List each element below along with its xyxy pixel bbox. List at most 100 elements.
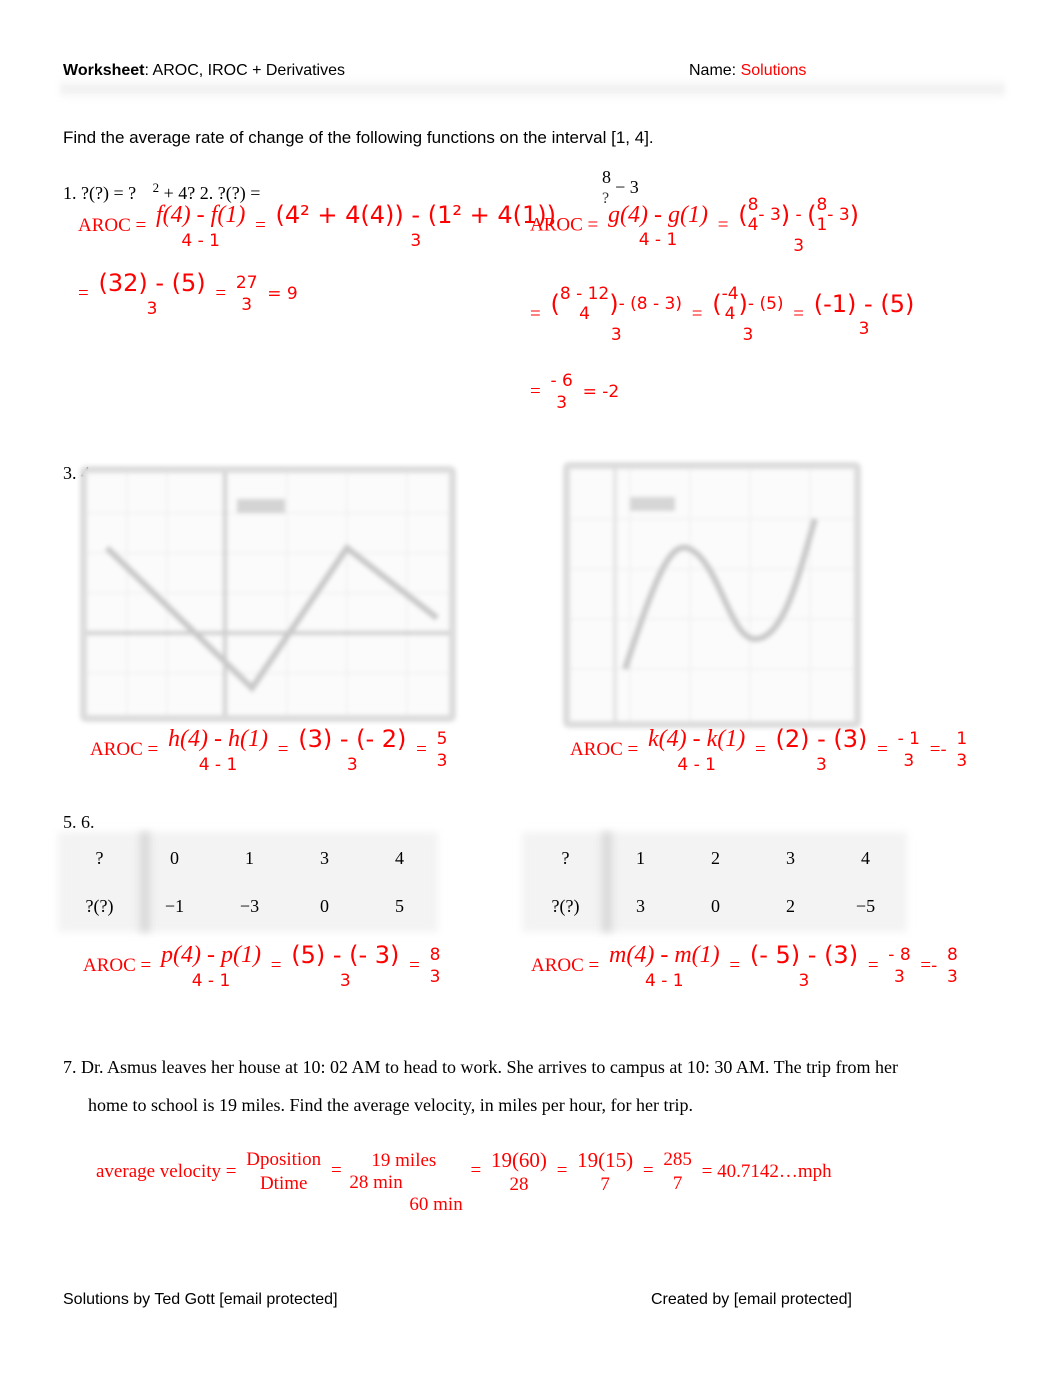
name-label: Name: bbox=[689, 62, 737, 79]
fraction-numerator: (5) - (- 3) bbox=[291, 941, 400, 969]
fraction-numerator: (8 4- 3) - (8 1- 3) bbox=[738, 195, 860, 235]
fraction-denominator: 3 bbox=[903, 750, 915, 771]
table-cell: 1 bbox=[636, 847, 645, 868]
table-cell: 0 bbox=[711, 895, 720, 916]
table-cell: 2 bbox=[711, 847, 720, 868]
velocity-label: average velocity = bbox=[96, 1160, 237, 1182]
fraction-denominator: 4 - 1 bbox=[181, 230, 220, 251]
table-m: ? 1 2 3 4 ?(?) 3 0 2 −5 bbox=[528, 834, 903, 930]
fraction-numerator: m(4) - m(1) bbox=[609, 942, 720, 968]
negative-sign: - bbox=[940, 739, 947, 760]
footer-created-credit: Created by [email protected] bbox=[651, 1291, 852, 1308]
problem-7-line2: home to school is 19 miles. Find the ave… bbox=[88, 1095, 693, 1115]
table-cell: ?(?) bbox=[85, 895, 114, 916]
fraction-numerator: 19 miles bbox=[371, 1150, 437, 1171]
fraction-denominator: 4 - 1 bbox=[638, 230, 678, 251]
fraction-numerator: (32) - (5) bbox=[98, 269, 206, 297]
fraction-denominator: 28 bbox=[509, 1173, 529, 1195]
worksheet-title: Worksheet: AROC, IROC + Derivatives bbox=[63, 62, 345, 80]
table-cell: 4 bbox=[861, 847, 870, 868]
table-cell: 4 bbox=[395, 847, 404, 868]
p5-solution: AROC = p(4) - p(1) 4 - 1 = (5) - (- 3) 3 =… bbox=[83, 941, 441, 991]
fraction-numerator: 8 bbox=[429, 945, 441, 966]
inner-num: 8 bbox=[747, 195, 759, 215]
table-cell: 2 bbox=[786, 895, 795, 916]
fraction-denominator: 3 bbox=[346, 754, 358, 775]
footer-solutions-credit: Solutions by Ted Gott [email protected] bbox=[63, 1291, 338, 1308]
fraction-numerator: p(4) - p(1) bbox=[161, 942, 261, 968]
table-cell: 3 bbox=[786, 847, 795, 868]
inner-tail: - 3 bbox=[827, 204, 850, 225]
fraction-numerator: g(4) - g(1) bbox=[608, 201, 708, 228]
p4-solution: AROC = k(4) - k(1) 4 - 1 = (2) - (3) 3 = -… bbox=[570, 725, 968, 775]
p2-solution-line2: = (8 - 12 4) - (8 - 3) 3 = (-4 4) - (5) 3 = … bbox=[530, 284, 915, 346]
fraction-numerator: 1 bbox=[956, 729, 968, 750]
graph-h bbox=[80, 466, 456, 722]
fraction-denominator: 3 bbox=[556, 392, 568, 413]
p1-result: = 9 bbox=[267, 283, 298, 304]
graph-label bbox=[630, 497, 675, 511]
p1-solution-line2: = (32) - (5) 3 = 27 3 = 9 bbox=[78, 269, 298, 319]
fraction-denominator: 7 bbox=[672, 1172, 683, 1194]
fraction-denominator: 4 - 1 bbox=[198, 754, 238, 775]
fraction-numerator: (- 5) - (3) bbox=[749, 941, 859, 969]
problem-5-6-label: 5. 6. bbox=[63, 812, 95, 832]
table-cell: ?(?) bbox=[551, 895, 580, 916]
p7-solution: average velocity = Dposition Dtime = 19 m… bbox=[96, 1147, 832, 1215]
fraction-denominator: 3 bbox=[742, 325, 754, 346]
fraction-numerator: - 8 bbox=[888, 945, 911, 966]
aroc-label: AROC = bbox=[570, 738, 639, 760]
inner-den: 4 bbox=[579, 303, 590, 324]
table-cell: −5 bbox=[855, 895, 876, 916]
p3-solution: AROC = h(4) - h(1) 4 - 1 = (3) - (- 2) 3 =… bbox=[90, 725, 448, 775]
fraction-denominator: 3 bbox=[816, 754, 827, 775]
fraction-numerator: 5 bbox=[436, 729, 448, 750]
fraction-denominator: 3 bbox=[410, 230, 422, 251]
fraction-denominator: 3 bbox=[436, 750, 448, 771]
graph-k-curve bbox=[622, 518, 818, 670]
table-row-px: ?(?) −1 −3 0 5 bbox=[62, 882, 437, 930]
fraction-numerator: 285 bbox=[663, 1148, 692, 1170]
aroc-label: AROC = bbox=[90, 738, 159, 760]
p6-solution: AROC = m(4) - m(1) 4 - 1 = (- 5) - (3) 3 =… bbox=[531, 941, 958, 991]
fraction-denominator: 3 bbox=[146, 298, 158, 319]
fraction-denominator: 3 bbox=[798, 970, 810, 991]
fraction-numerator: - 6 bbox=[550, 371, 573, 391]
problem-1-2-prompt: 1. ?(?) = ? 2 + 4? 2. ?(?) = bbox=[63, 180, 260, 204]
p2-result: = -2 bbox=[582, 381, 620, 402]
fraction-numerator: 27 bbox=[235, 273, 258, 294]
inner-den: 1 bbox=[816, 214, 828, 235]
table-row-x: ? 0 1 3 4 bbox=[62, 834, 437, 882]
fraction-denominator: 7 bbox=[600, 1173, 610, 1195]
aroc-label: AROC = bbox=[78, 214, 147, 236]
fraction-denominator: 4 - 1 bbox=[191, 970, 231, 991]
worksheet-label: Worksheet bbox=[63, 62, 145, 79]
graph-k-plot bbox=[570, 469, 854, 721]
aroc-label: AROC = bbox=[83, 954, 152, 976]
inner-den: 4 bbox=[747, 214, 759, 235]
table-cell: 0 bbox=[320, 895, 329, 916]
aroc-label: AROC = bbox=[531, 954, 600, 976]
inner-num: -4 bbox=[721, 284, 739, 304]
inner-tail: - 3 bbox=[758, 204, 781, 225]
fraction-denominator: 3 bbox=[429, 966, 441, 987]
fraction-numerator: (4² + 4(4)) - (1² + 4(1)) bbox=[275, 201, 556, 229]
inner-den: 4 bbox=[724, 303, 736, 324]
fraction-numerator: (3) - (- 2) bbox=[298, 725, 407, 753]
negative-sign: - bbox=[931, 955, 938, 976]
fraction-denominator: 3 bbox=[956, 750, 968, 771]
p1-solution-line1: AROC = f(4) - f(1) 4 - 1 = (4² + 4(4)) - … bbox=[78, 201, 556, 251]
fraction-numerator: 8 bbox=[947, 945, 958, 966]
graph-h-curve bbox=[104, 543, 439, 693]
velocity-result: = 40.7142…mph bbox=[701, 1160, 832, 1182]
fraction-denominator: Dtime bbox=[259, 1172, 308, 1194]
graph-label bbox=[237, 499, 285, 513]
fraction-numerator: (-1) - (5) bbox=[813, 289, 915, 318]
table-cell: 3 bbox=[320, 847, 329, 868]
fraction-numerator: k(4) - k(1) bbox=[648, 726, 746, 752]
fraction-denominator: 4 - 1 bbox=[645, 970, 684, 991]
fraction-denominator: 3 bbox=[858, 319, 870, 340]
fraction-denominator: 3 bbox=[894, 966, 905, 987]
problem-7-text: 7. Dr. Asmus leaves her house at 10: 02 … bbox=[63, 1048, 983, 1124]
name-value: Solutions bbox=[740, 62, 807, 79]
